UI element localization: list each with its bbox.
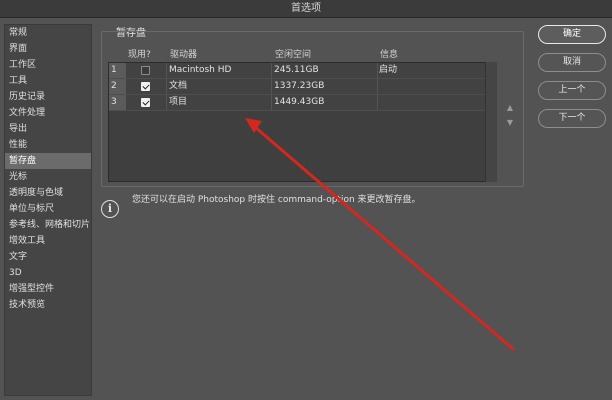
sidebar-item[interactable]: 工作区	[5, 57, 91, 73]
column-divider	[166, 79, 167, 94]
table-row[interactable]: 2 文档 1337.23GB	[109, 79, 495, 95]
column-divider	[271, 95, 272, 110]
sidebar-item[interactable]: 性能	[5, 137, 91, 153]
sidebar-item[interactable]: 单位与标尺	[5, 201, 91, 217]
sidebar-item[interactable]: 常规	[5, 25, 91, 41]
sidebar-item[interactable]: 文字	[5, 249, 91, 265]
sidebar-item[interactable]: 技术预览	[5, 297, 91, 313]
ok-button[interactable]: 确定	[538, 25, 606, 44]
window-title: 首选项	[0, 0, 612, 18]
sidebar-item[interactable]: 文件处理	[5, 105, 91, 121]
column-divider	[377, 79, 378, 94]
triangle-up-icon[interactable]: ▲	[505, 104, 515, 112]
column-header-free-space[interactable]: 空闲空间	[275, 47, 311, 60]
cell-free: 245.11GB	[274, 65, 319, 75]
sidebar-item[interactable]: 透明度与色域	[5, 185, 91, 201]
column-divider	[271, 63, 272, 78]
active-checkbox[interactable]	[141, 98, 150, 107]
sidebar-item[interactable]: 工具	[5, 73, 91, 89]
table-row[interactable]: 3 项目 1449.43GB	[109, 95, 495, 111]
row-number: 3	[109, 95, 126, 110]
info-icon: i	[101, 200, 119, 218]
sidebar-item[interactable]: 光标	[5, 169, 91, 185]
column-header-info[interactable]: 信息	[380, 47, 398, 60]
active-checkbox[interactable]	[141, 82, 150, 91]
table-scrollbar[interactable]	[485, 62, 497, 182]
column-divider	[271, 79, 272, 94]
sidebar-item[interactable]: 历史记录	[5, 89, 91, 105]
active-checkbox[interactable]	[141, 66, 150, 75]
column-divider	[377, 95, 378, 110]
info-text: 您还可以在启动 Photoshop 时按住 command-option 来更改…	[132, 195, 421, 205]
sidebar-item[interactable]: 导出	[5, 121, 91, 137]
sidebar-item[interactable]: 3D	[5, 265, 91, 281]
preferences-sidebar: 常规 界面 工作区 工具 历史记录 文件处理 导出 性能 暂存盘 光标 透明度与色域 单位与标尺 参考线…	[4, 24, 92, 396]
row-number: 2	[109, 79, 126, 94]
table-row[interactable]: 1 Macintosh HD 245.11GB 启动	[109, 63, 495, 79]
scratch-disks-table: 1 Macintosh HD 245.11GB 启动 2 文档 1337.23GB 3 项目 14…	[108, 62, 496, 182]
column-header-drive[interactable]: 驱动器	[170, 47, 197, 60]
next-button[interactable]: 下一个	[538, 109, 606, 128]
column-header-active[interactable]: 现用?	[128, 47, 151, 60]
sidebar-item[interactable]: 参考线、网格和切片	[5, 217, 91, 233]
column-divider	[166, 63, 167, 78]
cell-free: 1449.43GB	[274, 97, 325, 107]
row-number: 1	[109, 63, 126, 78]
cell-free: 1337.23GB	[274, 81, 325, 91]
sidebar-item[interactable]: 增强型控件	[5, 281, 91, 297]
sidebar-item[interactable]: 增效工具	[5, 233, 91, 249]
column-divider	[377, 63, 378, 78]
cell-drive: 项目	[169, 97, 188, 107]
prev-button[interactable]: 上一个	[538, 81, 606, 100]
cancel-button[interactable]: 取消	[538, 53, 606, 72]
triangle-down-icon[interactable]: ▼	[505, 119, 515, 127]
sidebar-item[interactable]: 暂存盘	[5, 153, 91, 169]
column-divider	[166, 95, 167, 110]
table-header: 现用? 驱动器 空闲空间 信息	[110, 47, 490, 61]
cell-drive: 文档	[169, 81, 188, 91]
sidebar-item[interactable]: 界面	[5, 41, 91, 57]
cell-info: 启动	[379, 65, 398, 75]
cell-drive: Macintosh HD	[169, 65, 232, 75]
